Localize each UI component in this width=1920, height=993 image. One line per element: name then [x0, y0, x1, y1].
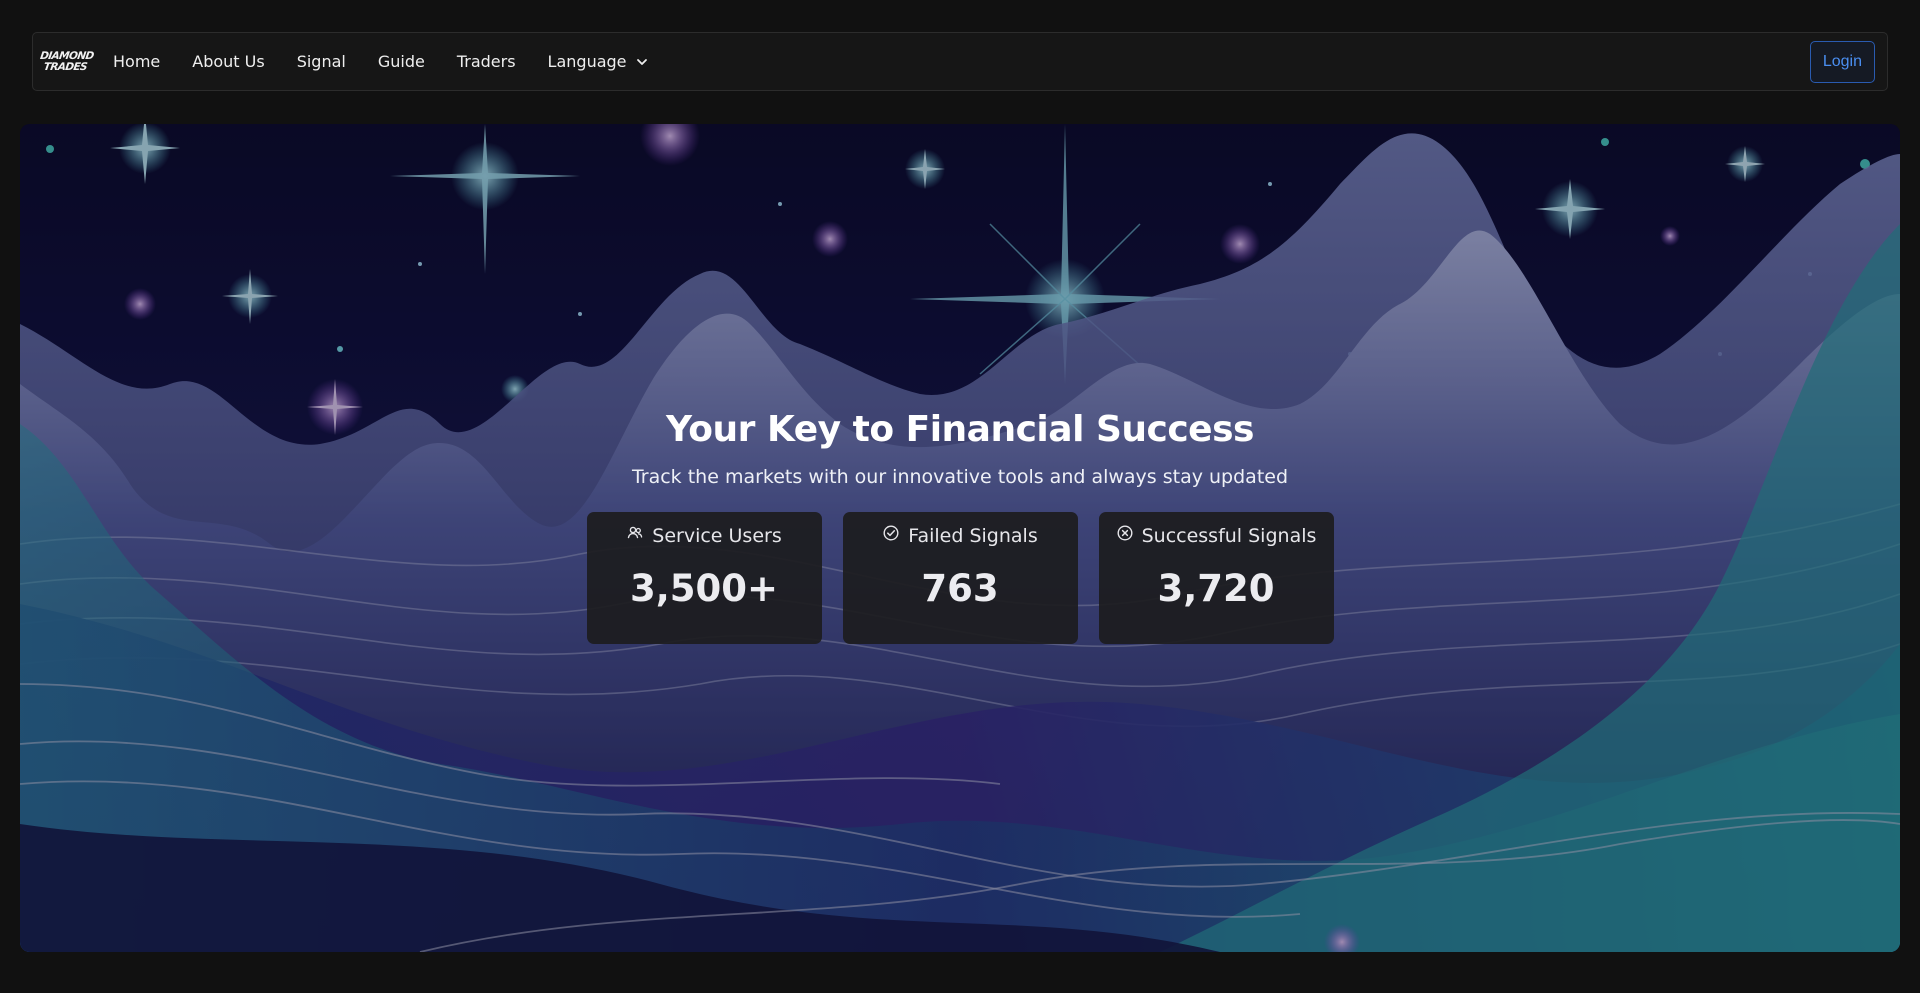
hero-subtitle: Track the markets with our innovative to…	[631, 466, 1289, 488]
nav-item-about-us[interactable]: About Us	[192, 52, 264, 71]
stat-value: 3,720	[1157, 567, 1275, 610]
nav-item-signal[interactable]: Signal	[297, 52, 346, 71]
stat-value: 763	[921, 567, 999, 610]
brand-logo-line2: TRADES	[42, 60, 88, 73]
users-icon	[626, 524, 644, 547]
stat-label: Service Users	[652, 524, 782, 547]
nav-item-home[interactable]: Home	[113, 52, 160, 71]
check-circle-icon	[882, 524, 900, 547]
nav-item-guide[interactable]: Guide	[378, 52, 425, 71]
stat-label: Successful Signals	[1141, 524, 1317, 547]
stat-label-row: Failed Signals	[882, 524, 1038, 547]
chevron-down-icon	[635, 55, 649, 69]
stat-label-row: Successful Signals	[1116, 524, 1317, 547]
stat-label-row: Service Users	[626, 524, 782, 547]
hero-content: Your Key to Financial Success Track the …	[20, 409, 1900, 644]
top-navbar: DIAMOND TRADES Home About Us Signal Guid…	[32, 32, 1888, 91]
brand-logo-line1: DIAMOND	[39, 49, 95, 62]
brand-logo[interactable]: DIAMOND TRADES	[39, 44, 94, 80]
nav-item-traders[interactable]: Traders	[457, 52, 516, 71]
nav-links: Home About Us Signal Guide Traders Langu…	[97, 52, 665, 71]
stat-card-service-users: Service Users 3,500+	[586, 512, 822, 644]
stats-row: Service Users 3,500+ Failed Signals 763	[586, 512, 1334, 644]
language-dropdown[interactable]: Language	[548, 52, 649, 71]
login-button[interactable]: Login	[1809, 40, 1875, 83]
language-label: Language	[547, 52, 627, 71]
stat-label: Failed Signals	[908, 524, 1038, 547]
hero-banner: Your Key to Financial Success Track the …	[20, 124, 1900, 952]
stat-value: 3,500+	[629, 567, 779, 610]
stat-card-failed-signals: Failed Signals 763	[842, 512, 1078, 644]
stat-card-successful-signals: Successful Signals 3,720	[1098, 512, 1334, 644]
hero-title: Your Key to Financial Success	[666, 409, 1254, 450]
x-circle-icon	[1116, 524, 1134, 547]
